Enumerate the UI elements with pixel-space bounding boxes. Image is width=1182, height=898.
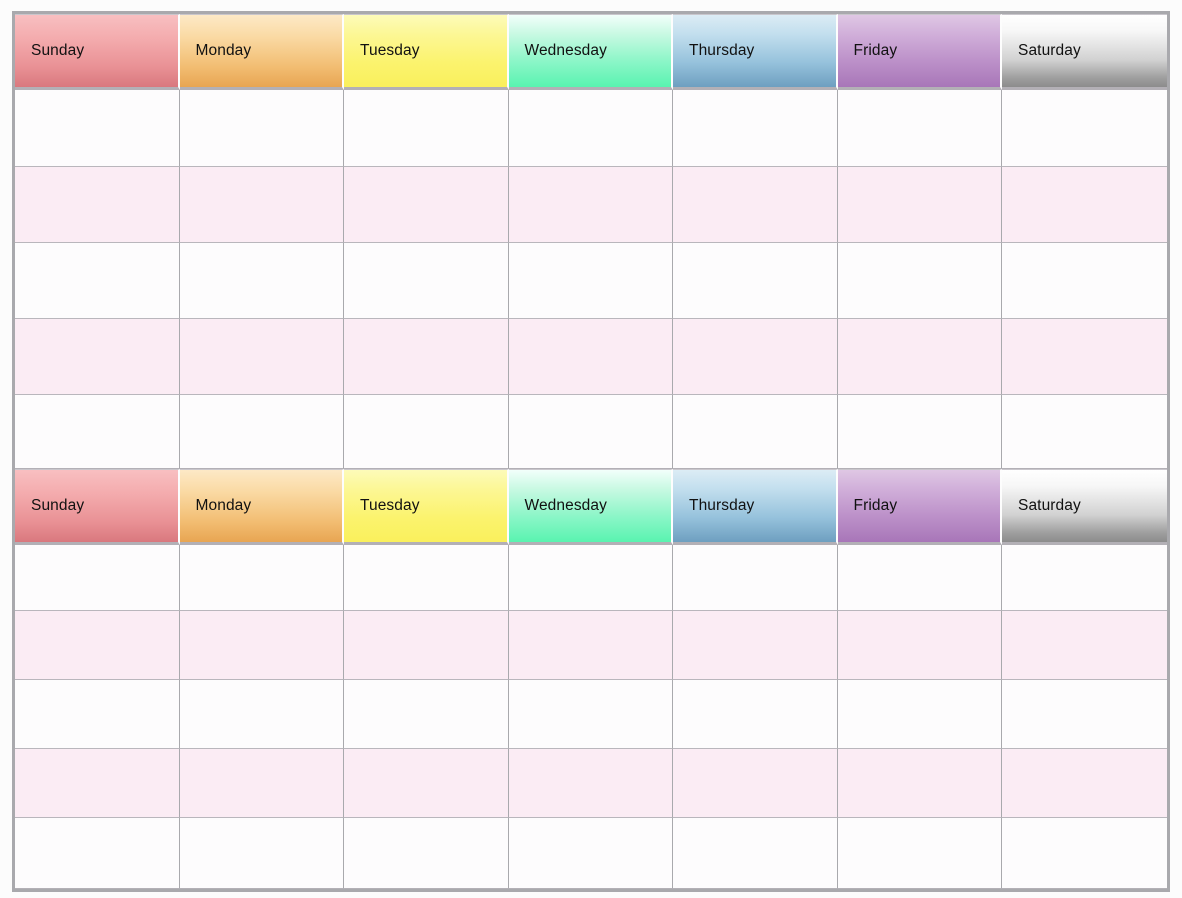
calendar-cell[interactable] [837, 167, 1002, 243]
calendar-row [15, 680, 1167, 749]
calendar-cell[interactable] [15, 243, 180, 319]
calendar-cell[interactable] [15, 611, 180, 680]
calendar-cell[interactable] [15, 545, 180, 611]
calendar-cell[interactable] [508, 90, 673, 167]
calendar-cell[interactable] [673, 545, 838, 611]
calendar-cell[interactable] [15, 680, 180, 749]
calendar-cell[interactable] [179, 167, 344, 243]
calendar-cell[interactable] [837, 680, 1002, 749]
calendar-cell[interactable] [1002, 90, 1167, 167]
calendar-row [15, 395, 1167, 469]
day-header-sunday[interactable]: Sunday [15, 14, 180, 90]
calendar-cell[interactable] [1002, 545, 1167, 611]
calendar-cell[interactable] [508, 545, 673, 611]
calendar-cell[interactable] [15, 395, 180, 469]
calendar-cell[interactable] [837, 611, 1002, 680]
calendar-cell[interactable] [1002, 243, 1167, 319]
calendar-cell[interactable] [508, 243, 673, 319]
calendar-cell[interactable] [837, 319, 1002, 395]
calendar-cell[interactable] [1002, 680, 1167, 749]
calendar-cell[interactable] [344, 243, 509, 319]
calendar-row [15, 167, 1167, 243]
calendar-cell[interactable] [508, 749, 673, 818]
calendar-cell[interactable] [15, 90, 180, 167]
calendar-cell[interactable] [344, 90, 509, 167]
calendar-row [15, 243, 1167, 319]
calendar-cell[interactable] [837, 545, 1002, 611]
calendar-cell[interactable] [344, 395, 509, 469]
calendar-cell[interactable] [179, 818, 344, 889]
calendar-cell[interactable] [344, 818, 509, 889]
calendar-cell[interactable] [344, 611, 509, 680]
calendar-cell[interactable] [673, 818, 838, 889]
calendar-cell[interactable] [1002, 611, 1167, 680]
calendar-cell[interactable] [673, 243, 838, 319]
calendar-row [15, 319, 1167, 395]
calendar-cell[interactable] [15, 319, 180, 395]
day-header-sunday[interactable]: Sunday [15, 469, 180, 545]
day-header-thursday[interactable]: Thursday [673, 14, 838, 90]
calendar-cell[interactable] [673, 749, 838, 818]
calendar-cell[interactable] [508, 319, 673, 395]
calendar-page: Sunday Monday Tuesday Wednesday Thursday… [0, 0, 1182, 898]
day-header-thursday[interactable]: Thursday [673, 469, 838, 545]
day-header-monday[interactable]: Monday [179, 469, 344, 545]
calendar-cell[interactable] [15, 749, 180, 818]
day-header-friday[interactable]: Friday [837, 14, 1002, 90]
calendar-cell[interactable] [508, 611, 673, 680]
calendar-cell[interactable] [179, 243, 344, 319]
calendar-cell[interactable] [179, 611, 344, 680]
calendar-cell[interactable] [1002, 167, 1167, 243]
calendar-cell[interactable] [344, 167, 509, 243]
calendar-row [15, 749, 1167, 818]
calendar-cell[interactable] [837, 818, 1002, 889]
calendar-cell[interactable] [1002, 395, 1167, 469]
calendar-cell[interactable] [508, 818, 673, 889]
calendar-cell[interactable] [508, 680, 673, 749]
calendar-cell[interactable] [673, 611, 838, 680]
calendar-cell[interactable] [179, 749, 344, 818]
day-header-wednesday[interactable]: Wednesday [508, 14, 673, 90]
day-header-saturday[interactable]: Saturday [1002, 469, 1167, 545]
calendar-cell[interactable] [837, 243, 1002, 319]
calendar-cell[interactable] [837, 749, 1002, 818]
day-header-saturday[interactable]: Saturday [1002, 14, 1167, 90]
calendar-cell[interactable] [1002, 749, 1167, 818]
calendar-cell[interactable] [1002, 319, 1167, 395]
calendar-row [15, 545, 1167, 611]
calendar-cell[interactable] [344, 545, 509, 611]
day-header-row-1: Sunday Monday Tuesday Wednesday Thursday… [15, 14, 1167, 90]
calendar-cell[interactable] [508, 395, 673, 469]
day-header-tuesday[interactable]: Tuesday [344, 469, 509, 545]
day-header-tuesday[interactable]: Tuesday [344, 14, 509, 90]
calendar-cell[interactable] [179, 90, 344, 167]
day-header-wednesday[interactable]: Wednesday [508, 469, 673, 545]
day-header-row-2: Sunday Monday Tuesday Wednesday Thursday… [15, 469, 1167, 545]
calendar-cell[interactable] [344, 749, 509, 818]
calendar-cell[interactable] [344, 680, 509, 749]
calendar-cell[interactable] [1002, 818, 1167, 889]
calendar-row [15, 611, 1167, 680]
calendar-cell[interactable] [179, 319, 344, 395]
calendar-cell[interactable] [508, 167, 673, 243]
calendar-cell[interactable] [673, 680, 838, 749]
calendar-cell[interactable] [344, 319, 509, 395]
calendar-cell[interactable] [179, 395, 344, 469]
calendar-cell[interactable] [673, 167, 838, 243]
calendar-cell[interactable] [179, 545, 344, 611]
day-header-monday[interactable]: Monday [179, 14, 344, 90]
calendar-cell[interactable] [179, 680, 344, 749]
calendar-row [15, 90, 1167, 167]
calendar-cell[interactable] [673, 90, 838, 167]
calendar-cell[interactable] [673, 395, 838, 469]
calendar-cell[interactable] [15, 818, 180, 889]
calendar-row [15, 818, 1167, 889]
weekly-calendar-table: Sunday Monday Tuesday Wednesday Thursday… [12, 11, 1170, 892]
calendar-cell[interactable] [837, 395, 1002, 469]
calendar-cell[interactable] [673, 319, 838, 395]
calendar-cell[interactable] [15, 167, 180, 243]
calendar-cell[interactable] [837, 90, 1002, 167]
day-header-friday[interactable]: Friday [837, 469, 1002, 545]
